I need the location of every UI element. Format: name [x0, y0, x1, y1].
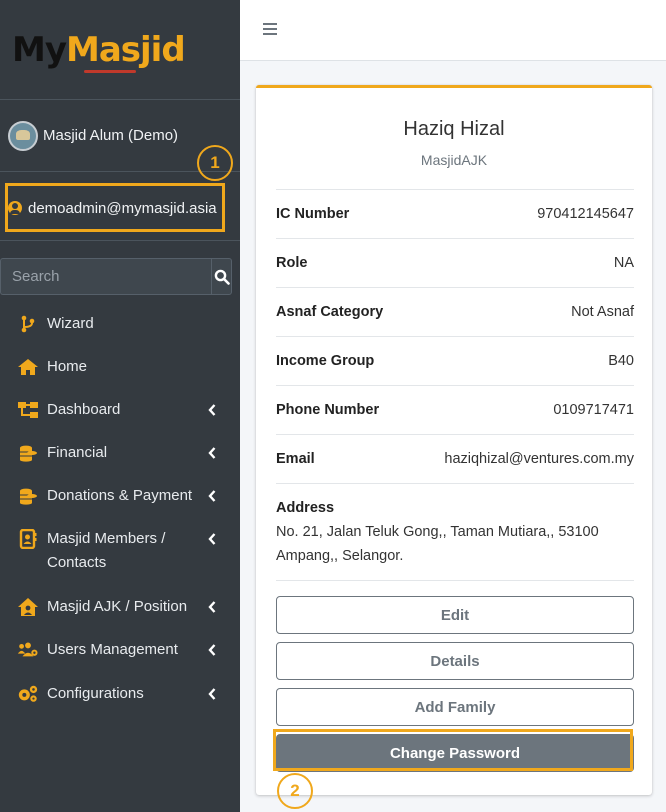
- step-badge-1: 1: [197, 145, 233, 181]
- detail-label: IC Number: [276, 206, 350, 222]
- detail-label: Phone Number: [276, 402, 380, 418]
- brand-text-masjid: Masjid: [66, 29, 186, 70]
- profile-name: Haziq Hizal: [403, 118, 505, 140]
- sitemap-icon: [17, 400, 39, 420]
- detail-row: Role NA: [276, 238, 634, 287]
- step-badge-2: 2: [277, 773, 313, 809]
- detail-row: Phone Number 0109717471: [276, 385, 634, 434]
- sidebar-item-label: Donations & Payment: [47, 487, 193, 504]
- sidebar-item-label: Configurations: [47, 685, 144, 702]
- search-button[interactable]: [211, 258, 232, 295]
- home-icon: [17, 357, 39, 377]
- sidebar-item-label: Dashboard: [47, 401, 121, 418]
- menu-toggle-icon[interactable]: [263, 23, 277, 37]
- sidebar-item-configurations[interactable]: Configurations: [0, 682, 240, 706]
- detail-value: B40: [608, 353, 634, 369]
- sidebar-item-users-management[interactable]: Users Management: [0, 638, 240, 662]
- detail-row: Email haziqhizal@ventures.com.my: [276, 434, 634, 483]
- sidebar-item-label: Users Management: [47, 641, 178, 658]
- sidebar: MyMasjid Masjid Alum (Demo) demoadmin@my…: [0, 0, 240, 812]
- sidebar-item-donations-payment[interactable]: Donations & Payment: [0, 484, 240, 508]
- address-label: Address: [276, 500, 335, 516]
- detail-value: 0109717471: [553, 402, 634, 418]
- edit-button[interactable]: Edit: [276, 596, 634, 634]
- sidebar-divider: [0, 240, 240, 241]
- sidebar-search: [0, 258, 232, 295]
- users-cog-icon: [17, 640, 39, 660]
- top-navbar: [240, 0, 666, 61]
- sidebar-item-label: Home: [47, 358, 88, 375]
- sidebar-item-wizard[interactable]: Wizard: [0, 312, 240, 336]
- detail-label: Income Group: [276, 353, 375, 369]
- search-input[interactable]: [0, 258, 211, 295]
- detail-row: Asnaf Category Not Asnaf: [276, 287, 634, 336]
- chevron-left-icon: [206, 443, 218, 463]
- add-family-button[interactable]: Add Family: [276, 688, 634, 726]
- chevron-left-icon: [206, 640, 218, 660]
- detail-label: Role: [276, 255, 308, 271]
- coins-icon: [17, 486, 39, 506]
- detail-label: Email: [276, 451, 315, 467]
- detail-value: haziqhizal@ventures.com.my: [444, 451, 634, 467]
- detail-row: IC Number 970412145647: [276, 189, 634, 238]
- email-highlight-box: [5, 183, 225, 232]
- address-book-icon: [17, 529, 39, 549]
- brand[interactable]: MyMasjid: [0, 0, 240, 100]
- masjid-name: Masjid Alum (Demo): [43, 127, 179, 144]
- detail-value: Not Asnaf: [571, 304, 634, 320]
- change-password-highlight-box: [273, 729, 633, 771]
- sidebar-item-financial[interactable]: Financial: [0, 441, 240, 465]
- sidebar-item-label: Financial: [47, 444, 108, 461]
- details-button[interactable]: Details: [276, 642, 634, 680]
- chevron-left-icon: [206, 529, 218, 549]
- sidebar-item-members-contacts[interactable]: Masjid Members / Contacts: [0, 527, 240, 575]
- cogs-icon: [17, 684, 39, 704]
- profile-card: Haziq Hizal MasjidAJK IC Number 97041214…: [256, 85, 652, 795]
- sidebar-item-dashboard[interactable]: Dashboard: [0, 398, 240, 422]
- sidebar-item-label: Masjid AJK / Position: [47, 598, 188, 615]
- chevron-left-icon: [206, 400, 218, 420]
- detail-value: NA: [613, 255, 634, 271]
- brand-logo: MyMasjid: [12, 29, 186, 73]
- brand-underline: [84, 69, 136, 73]
- detail-row: Income Group B40: [276, 336, 634, 385]
- sidebar-item-label: Wizard: [47, 315, 94, 332]
- address-value: No. 21, Jalan Teluk Gong,, Taman Mutiara…: [276, 524, 599, 564]
- chevron-left-icon: [206, 486, 218, 506]
- detail-value: 970412145647: [537, 206, 634, 222]
- address-block: Address No. 21, Jalan Teluk Gong,, Taman…: [276, 483, 634, 581]
- sidebar-item-ajk-position[interactable]: Masjid AJK / Position: [0, 595, 240, 619]
- wizard-icon: [17, 314, 39, 334]
- brand-text-my: My: [12, 29, 67, 70]
- detail-label: Asnaf Category: [276, 304, 384, 320]
- coins-icon: [17, 443, 39, 463]
- house-user-icon: [17, 597, 39, 617]
- masjid-avatar: [8, 120, 38, 151]
- sidebar-item-home[interactable]: Home: [0, 355, 240, 379]
- chevron-left-icon: [206, 684, 218, 704]
- sidebar-item-label: Masjid Members / Contacts: [47, 530, 166, 571]
- chevron-left-icon: [206, 597, 218, 617]
- profile-role: MasjidAJK: [420, 152, 488, 168]
- search-icon: [214, 269, 230, 285]
